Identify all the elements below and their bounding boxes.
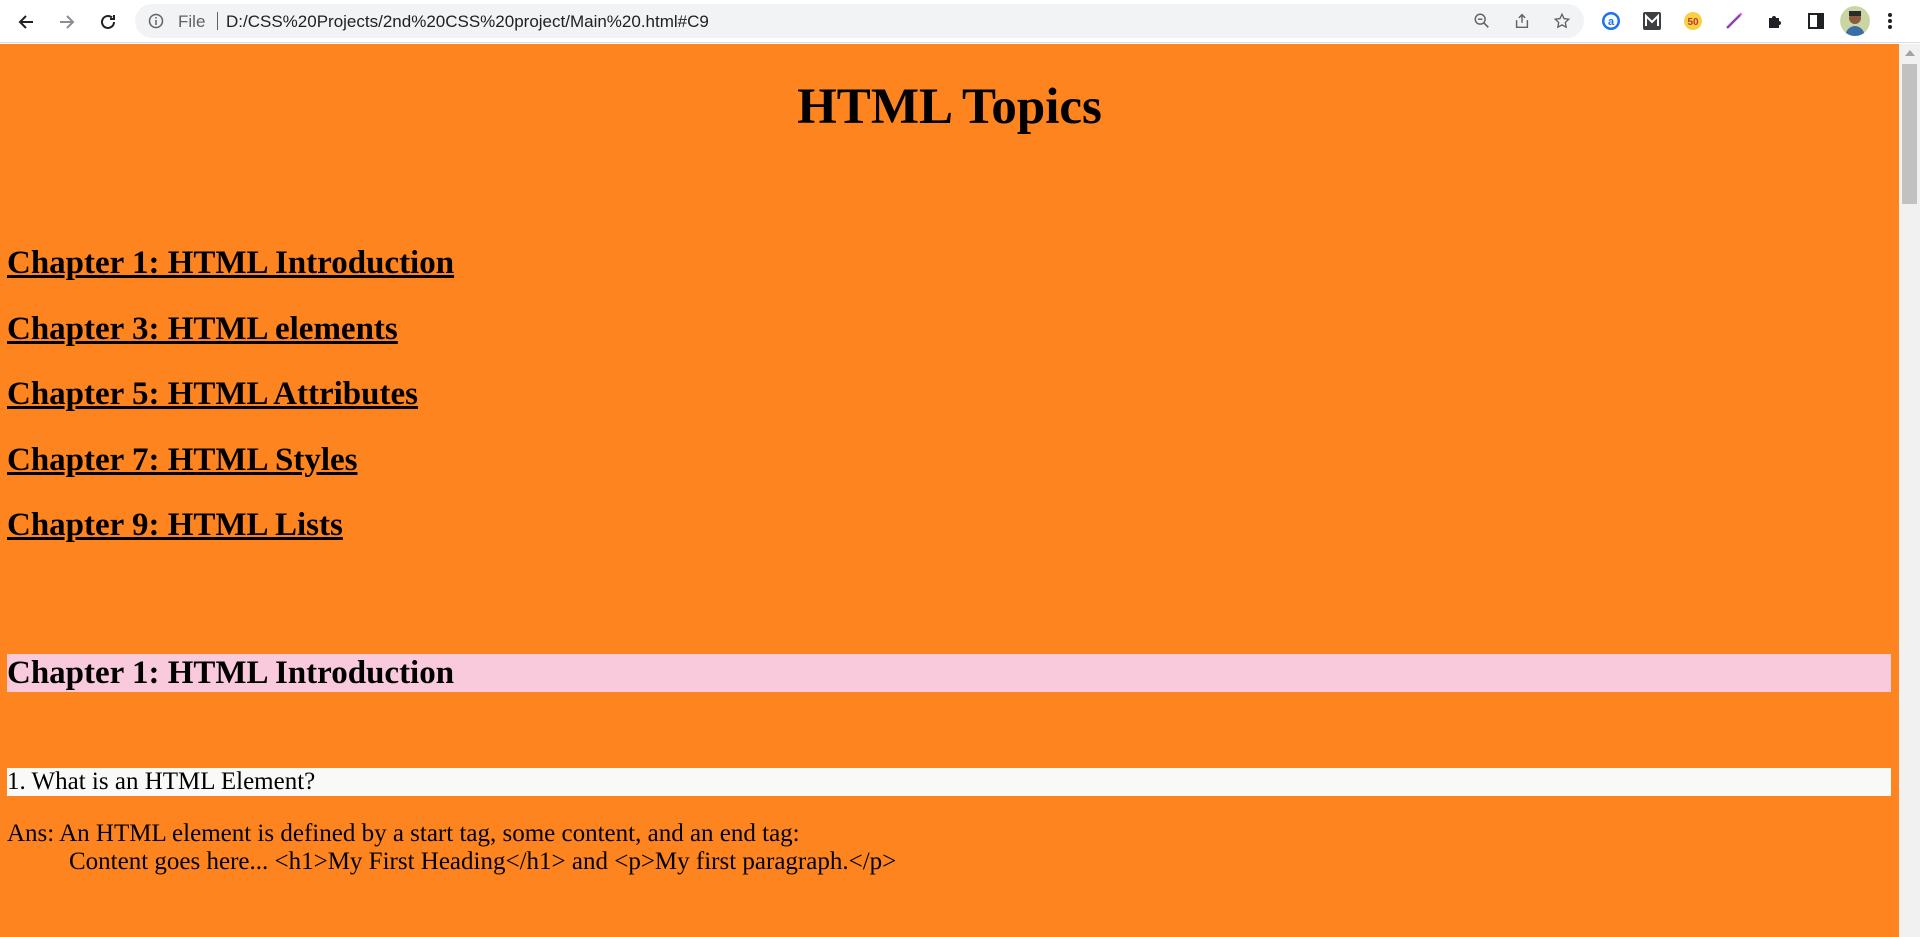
- answer-line-1: Ans: An HTML element is defined by a sta…: [7, 820, 800, 847]
- vertical-scrollbar[interactable]: [1899, 44, 1920, 937]
- answer-line-2: Content goes here... <h1>My First Headin…: [69, 848, 897, 875]
- scrollbar-thumb[interactable]: [1902, 64, 1917, 204]
- profile-avatar[interactable]: [1840, 6, 1870, 36]
- side-panel-icon[interactable]: [1804, 9, 1828, 33]
- star-icon[interactable]: [1552, 11, 1572, 31]
- back-button[interactable]: [10, 6, 42, 38]
- reload-button[interactable]: [92, 6, 124, 38]
- arrow-right-icon: [60, 15, 75, 29]
- svg-text:50: 50: [1687, 17, 1699, 28]
- svg-text:a: a: [1608, 16, 1615, 28]
- toc-link-chapter-5[interactable]: Chapter 5: HTML Attributes: [7, 374, 454, 440]
- m-extension-icon[interactable]: [1640, 9, 1664, 33]
- question-text: 1. What is an HTML Element?: [7, 768, 1891, 796]
- scheme-label: File: [178, 12, 206, 31]
- puzzle-icon[interactable]: [1763, 9, 1787, 33]
- toc-link-chapter-1[interactable]: Chapter 1: HTML Introduction: [7, 243, 454, 309]
- arrow-left-icon: [18, 15, 33, 29]
- chapter-heading: Chapter 1: HTML Introduction: [7, 654, 1891, 692]
- toc-link-chapter-7[interactable]: Chapter 7: HTML Styles: [7, 440, 454, 506]
- scroll-up-arrow-icon[interactable]: [1905, 50, 1915, 56]
- a-extension-icon[interactable]: a: [1599, 9, 1623, 33]
- answer-block: Ans: An HTML element is defined by a sta…: [7, 820, 896, 875]
- address-bar[interactable]: File D:/CSS%20Projects/2nd%20CSS%20proje…: [135, 4, 1584, 38]
- page-viewport: HTML Topics Chapter 1: HTML Introduction…: [0, 44, 1899, 937]
- table-of-contents: Chapter 1: HTML Introduction Chapter 3: …: [7, 243, 454, 571]
- reload-icon: [101, 14, 115, 29]
- info-icon[interactable]: [148, 13, 164, 29]
- share-icon[interactable]: [1512, 11, 1532, 31]
- fifty-extension-icon[interactable]: 50: [1681, 9, 1705, 33]
- browser-toolbar: File D:/CSS%20Projects/2nd%20CSS%20proje…: [0, 0, 1920, 43]
- page-title: HTML Topics: [797, 79, 1102, 135]
- forward-button[interactable]: [51, 6, 83, 38]
- toc-link-chapter-9[interactable]: Chapter 9: HTML Lists: [7, 505, 454, 571]
- zoom-out-icon[interactable]: [1472, 11, 1492, 31]
- pen-extension-icon[interactable]: [1722, 9, 1746, 33]
- url-text[interactable]: D:/CSS%20Projects/2nd%20CSS%20project/Ma…: [226, 12, 709, 32]
- kebab-menu-icon[interactable]: [1882, 9, 1898, 33]
- separator: [217, 12, 218, 30]
- toc-link-chapter-3[interactable]: Chapter 3: HTML elements: [7, 309, 454, 375]
